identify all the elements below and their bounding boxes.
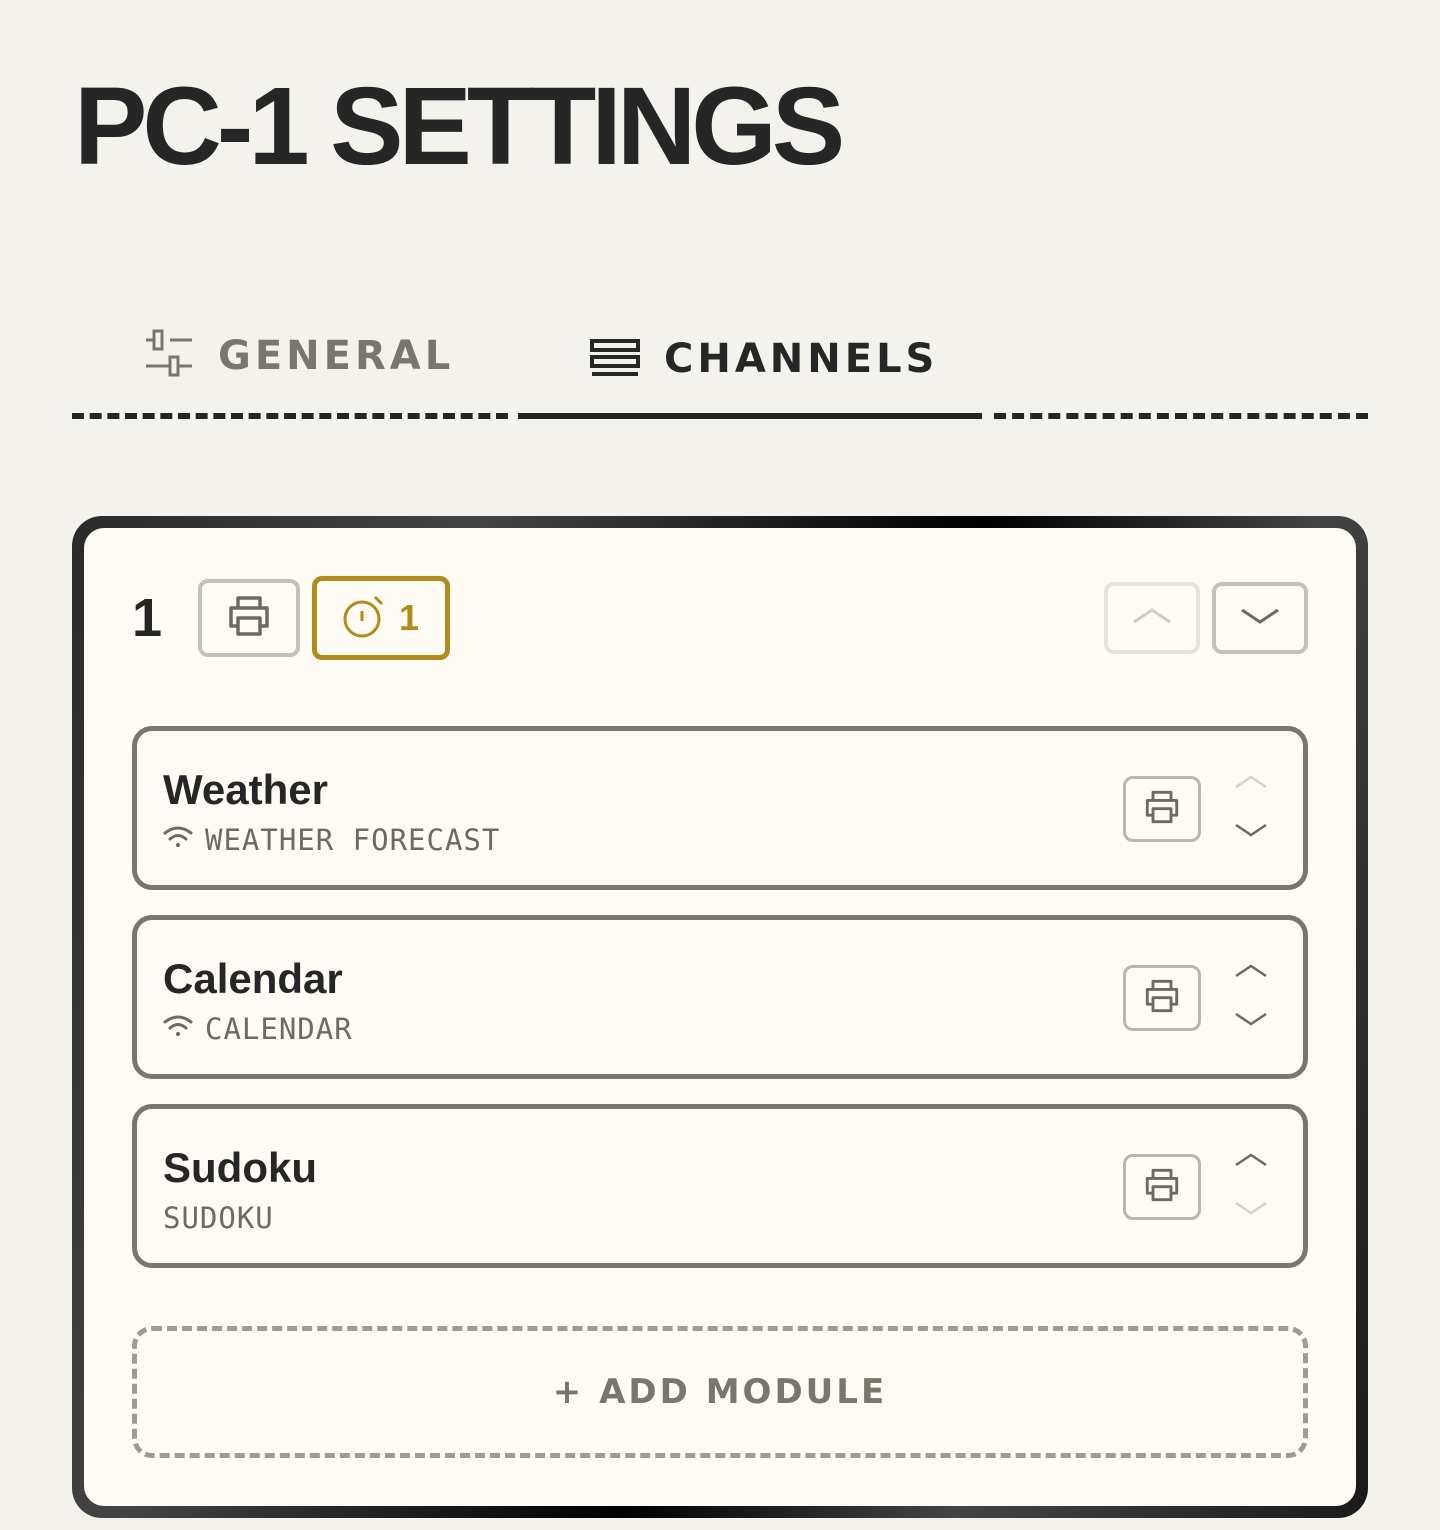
- active-tab-indicator: [518, 413, 982, 419]
- printer-icon: [1143, 1167, 1181, 1208]
- move-module-up-button[interactable]: [1231, 769, 1271, 799]
- tab-bar: GENERAL CHANNELS: [72, 320, 1368, 420]
- module-type-label: SUDOKU: [163, 1201, 274, 1235]
- wifi-icon: [163, 823, 193, 857]
- print-module-button[interactable]: [1123, 776, 1201, 842]
- module-weather[interactable]: Weather WEATHER FORECAST: [132, 726, 1308, 890]
- chevron-down-icon: [1234, 1011, 1268, 1032]
- schedule-button[interactable]: 1: [312, 576, 450, 660]
- tab-general-label: GENERAL: [218, 332, 455, 379]
- module-calendar[interactable]: Calendar CALENDAR: [132, 915, 1308, 1079]
- tab-channels[interactable]: CHANNELS: [590, 336, 938, 382]
- printer-icon: [226, 594, 272, 643]
- tab-divider: [994, 413, 1368, 419]
- chevron-up-icon: [1234, 1152, 1268, 1173]
- page-title: PC-1 SETTINGS: [74, 65, 845, 188]
- chevron-down-icon: [1234, 822, 1268, 843]
- module-type-label: WEATHER FORECAST: [205, 823, 501, 857]
- print-module-button[interactable]: [1123, 965, 1201, 1031]
- chevron-down-icon: [1234, 1200, 1268, 1221]
- module-type: CALENDAR: [163, 1012, 353, 1046]
- move-module-up-button[interactable]: [1231, 958, 1271, 988]
- tab-divider: [72, 413, 508, 419]
- move-channel-down-button[interactable]: [1212, 582, 1308, 654]
- module-name: Calendar: [163, 955, 343, 1002]
- add-module-button[interactable]: + ADD MODULE: [132, 1326, 1308, 1458]
- add-module-label: + ADD MODULE: [552, 1372, 888, 1412]
- module-name: Weather: [163, 766, 328, 813]
- chevron-down-icon: [1240, 606, 1280, 631]
- print-channel-button[interactable]: [198, 579, 300, 657]
- chevron-up-icon: [1234, 963, 1268, 984]
- printer-icon: [1143, 789, 1181, 830]
- chevron-up-icon: [1234, 774, 1268, 795]
- move-module-down-button[interactable]: [1231, 1006, 1271, 1036]
- module-type: WEATHER FORECAST: [163, 823, 500, 857]
- module-type: SUDOKU: [163, 1201, 274, 1235]
- channels-icon: [590, 337, 640, 382]
- sliders-icon: [144, 328, 194, 383]
- move-module-up-button[interactable]: [1231, 1147, 1271, 1177]
- channel-panel: 1 1 Weather WEATHER FORECAST Calendar CA…: [84, 528, 1356, 1506]
- move-module-down-button[interactable]: [1231, 1195, 1271, 1225]
- printer-icon: [1143, 978, 1181, 1019]
- tab-general[interactable]: GENERAL: [144, 328, 454, 383]
- schedule-count: 1: [398, 597, 420, 638]
- wifi-icon: [163, 1012, 193, 1046]
- timer-icon: [343, 593, 387, 644]
- move-channel-up-button[interactable]: [1104, 582, 1200, 654]
- module-sudoku[interactable]: Sudoku SUDOKU: [132, 1104, 1308, 1268]
- module-name: Sudoku: [163, 1144, 317, 1191]
- tab-channels-label: CHANNELS: [664, 336, 939, 382]
- module-type-label: CALENDAR: [205, 1012, 353, 1046]
- channel-number: 1: [132, 588, 163, 648]
- chevron-up-icon: [1132, 606, 1172, 631]
- print-module-button[interactable]: [1123, 1154, 1201, 1220]
- move-module-down-button[interactable]: [1231, 817, 1271, 847]
- channel-card: 1 1 Weather WEATHER FORECAST Calendar CA…: [72, 516, 1368, 1518]
